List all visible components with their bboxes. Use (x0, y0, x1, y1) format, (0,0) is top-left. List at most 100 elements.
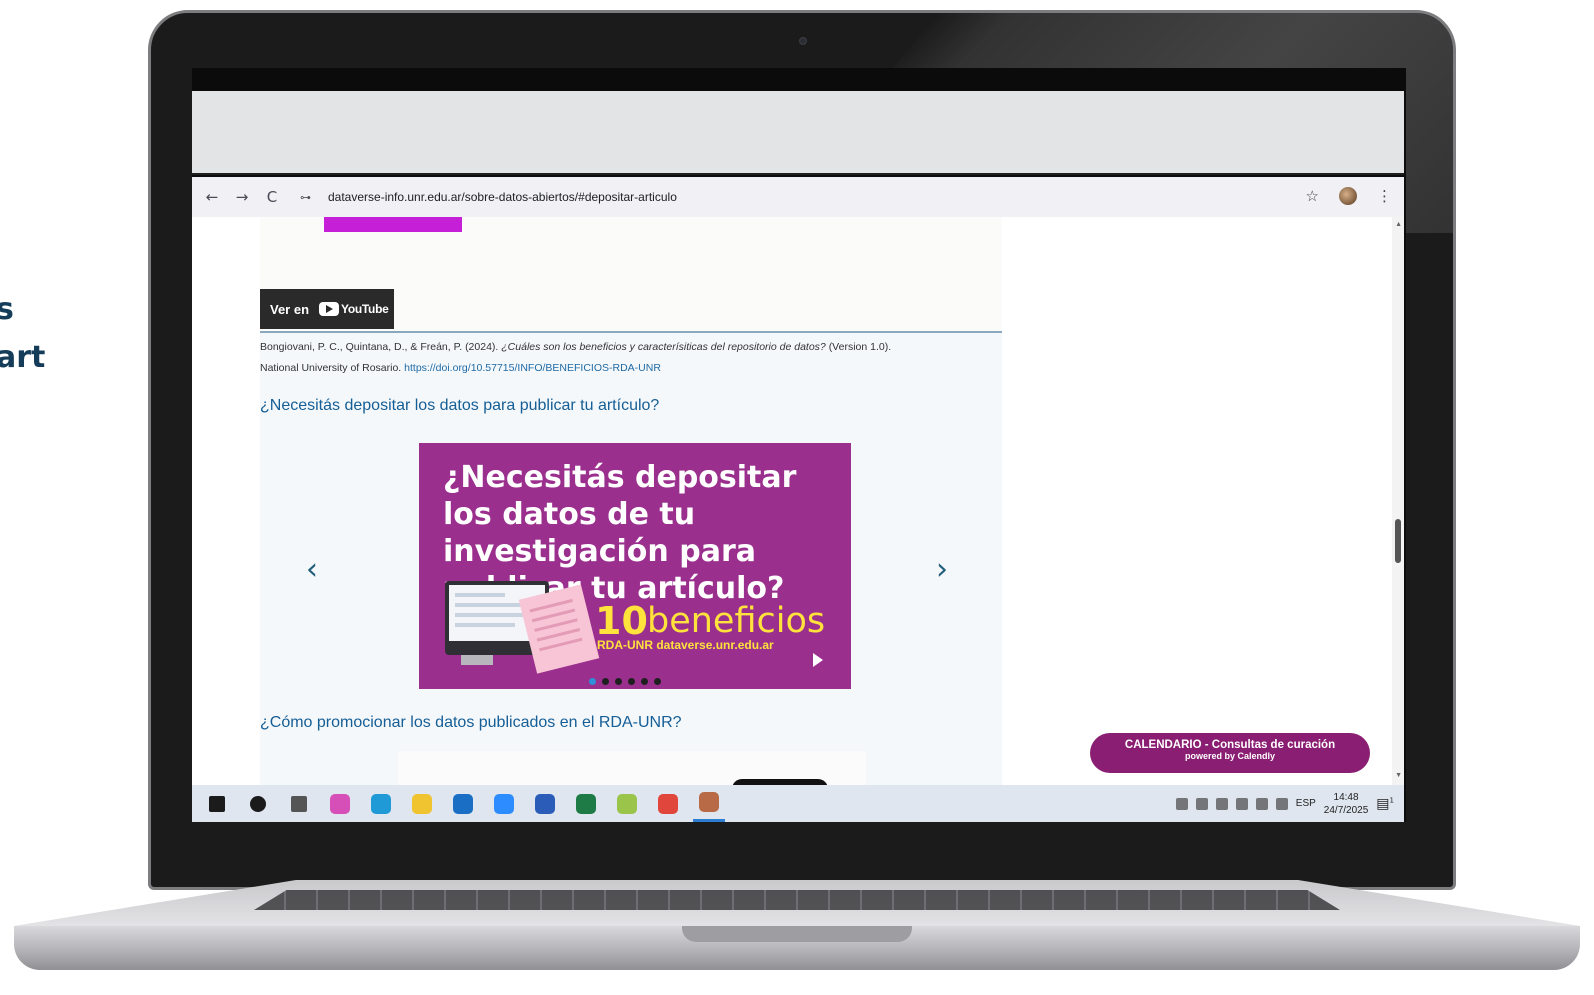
tray-volume-icon[interactable] (1275, 797, 1288, 810)
tray-battery-icon[interactable] (1235, 797, 1248, 810)
tray-cloud-icon[interactable] (1215, 797, 1228, 810)
word-icon[interactable] (529, 785, 561, 822)
carousel-dots (589, 678, 661, 685)
app-green-icon[interactable] (611, 785, 643, 822)
laptop-screen: ← → C ⊶ dataverse-info.unr.edu.ar/sobre-… (192, 68, 1406, 822)
page-scrollbar[interactable]: ▲ ▼ (1392, 217, 1404, 785)
youtube-logo: YouTube (319, 302, 389, 316)
search-icon[interactable] (242, 785, 274, 822)
calendly-powered: powered by Calendly (1184, 751, 1276, 761)
notification-center-icon[interactable]: ▤1 (1376, 796, 1394, 812)
watch-on-youtube-button[interactable]: Ver en YouTube (260, 289, 394, 329)
chrome-icon-glyph (658, 793, 678, 814)
clock-time: 14:48 (1333, 791, 1359, 803)
monitor-stand (461, 655, 493, 665)
citation-publisher: National University of Rosario. (260, 362, 402, 374)
toolbar-actions: ☆ ⋮ (1306, 187, 1392, 205)
play-icon[interactable] (813, 653, 823, 667)
reload-icon[interactable]: C (262, 187, 282, 207)
scrollbar-thumb[interactable] (1395, 519, 1401, 563)
slide-subtitle: RDA-UNR dataverse.unr.edu.ar (597, 638, 774, 652)
webcam (799, 37, 807, 45)
scroll-up-arrow-icon[interactable]: ▲ (1395, 221, 1402, 228)
citation-doi-link[interactable]: https://doi.org/10.57715/INFO/BENEFICIOS… (404, 362, 661, 374)
side-heading-line2: art (0, 340, 46, 375)
blank-tab-strip (192, 91, 1404, 175)
benefits-word: beneficios (647, 601, 826, 641)
page-content: Ver en YouTube Bongiovani, P. C., Quinta… (260, 217, 1002, 785)
bookmark-star-icon[interactable]: ☆ (1306, 187, 1319, 205)
edge-icon-glyph (371, 793, 391, 814)
page-viewport: Ver en YouTube Bongiovani, P. C., Quinta… (192, 217, 1404, 785)
task-view-icon-glyph (291, 795, 307, 812)
zoom-icon-glyph (494, 793, 514, 814)
laptop-mockup: s art ← → C ⊶ dataverse-info.unr.edu.ar/… (0, 0, 1594, 995)
carousel-dot[interactable] (628, 678, 635, 685)
heading-deposit-data: ¿Necesitás depositar los datos para publ… (260, 397, 660, 414)
youtube-brand: YouTube (341, 302, 389, 316)
lid-notch (682, 926, 912, 942)
windows-start-icon-glyph (209, 795, 225, 812)
carousel-prev-chevron-icon[interactable]: ‹ (306, 552, 318, 587)
side-heading-line1: s (0, 292, 14, 327)
profile-avatar[interactable] (1339, 187, 1357, 205)
more-menu-icon[interactable]: ⋮ (1377, 187, 1392, 205)
file-explorer-icon-glyph (412, 793, 432, 814)
carousel-dot[interactable] (641, 678, 648, 685)
chrome-profile-icon[interactable] (693, 785, 725, 822)
app-green-icon-glyph (617, 793, 637, 814)
tray-network-icon[interactable] (1175, 797, 1188, 810)
copilot-icon-glyph (330, 793, 350, 814)
task-view-icon[interactable] (283, 785, 315, 822)
video-thumbnail-banner (324, 217, 462, 232)
zoom-icon[interactable] (488, 785, 520, 822)
chrome-profile-icon-glyph (699, 792, 719, 812)
system-tray: ESP 14:48 24/7/2025 ▤1 (1175, 785, 1394, 822)
excel-icon[interactable] (570, 785, 602, 822)
site-settings-icon[interactable]: ⊶ (300, 191, 316, 204)
file-explorer-icon[interactable] (406, 785, 438, 822)
laptop-base (14, 880, 1580, 978)
calendly-badge-button[interactable]: CALENDARIO - Consultas de curación power… (1090, 733, 1370, 773)
notification-count: 1 (1389, 795, 1394, 804)
citation-version: (Version 1.0). (828, 341, 892, 353)
excel-icon-glyph (576, 793, 596, 814)
address-bar[interactable]: ⊶ dataverse-info.unr.edu.ar/sobre-datos-… (300, 183, 1400, 211)
scroll-down-arrow-icon[interactable]: ▼ (1395, 772, 1402, 779)
carousel-next-chevron-icon[interactable]: › (936, 552, 948, 587)
citation-authors: Bongiovani, P. C., Quintana, D., & Freán… (260, 341, 499, 353)
screen-top-bezel (192, 68, 1406, 91)
taskbar-clock[interactable]: 14:48 24/7/2025 (1324, 791, 1369, 817)
language-indicator[interactable]: ESP (1296, 798, 1316, 809)
carousel-dot[interactable] (589, 678, 596, 685)
keyboard (254, 890, 1340, 910)
url-text[interactable]: dataverse-info.unr.edu.ar/sobre-datos-ab… (328, 190, 677, 204)
outlook-icon[interactable] (447, 785, 479, 822)
carousel-dot[interactable] (654, 678, 661, 685)
windows-taskbar: ESP 14:48 24/7/2025 ▤1 (192, 785, 1404, 822)
carousel-dot[interactable] (602, 678, 609, 685)
citation-title: ¿Cuáles son los beneficios y caracterísi… (501, 341, 826, 353)
forward-icon[interactable]: → (232, 187, 252, 207)
youtube-play-icon (319, 302, 340, 316)
tray-wifi-icon[interactable] (1255, 797, 1268, 810)
carousel-slide[interactable]: ¿Necesitás depositar los datos de tu inv… (419, 443, 851, 689)
windows-start-icon[interactable] (201, 785, 233, 822)
citation: Bongiovani, P. C., Quintana, D., & Freán… (260, 337, 1002, 379)
calendly-title: CALENDARIO - Consultas de curación (1124, 739, 1336, 751)
carousel-dot[interactable] (615, 678, 622, 685)
benefits-number: 10 (595, 599, 648, 643)
search-icon-glyph (250, 795, 266, 812)
tray-security-icon[interactable] (1195, 797, 1208, 810)
side-heading: s art (0, 286, 45, 382)
heading-promote-data: ¿Cómo promocionar los datos publicados e… (260, 714, 682, 731)
back-icon[interactable]: ← (202, 187, 222, 207)
video-embed[interactable]: Ver en YouTube (260, 217, 1002, 333)
copilot-icon[interactable] (324, 785, 356, 822)
clock-date: 24/7/2025 (1323, 804, 1369, 816)
chrome-icon[interactable] (652, 785, 684, 822)
outlook-icon-glyph (453, 793, 473, 814)
browser-toolbar: ← → C ⊶ dataverse-info.unr.edu.ar/sobre-… (192, 177, 1404, 217)
watch-on-label: Ver en (270, 301, 310, 317)
edge-icon[interactable] (365, 785, 397, 822)
